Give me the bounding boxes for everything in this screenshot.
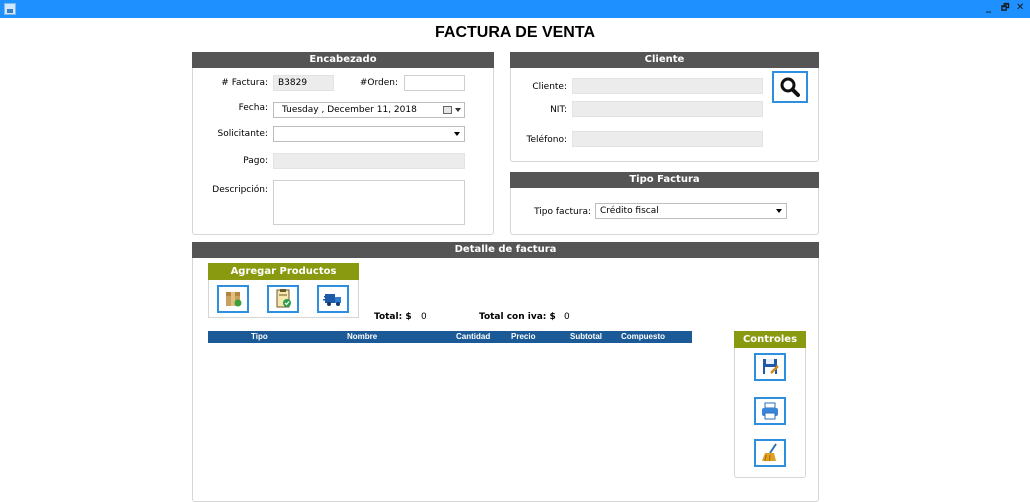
app-icon (4, 3, 16, 15)
tipo-factura-value: Crédito fiscal (600, 206, 659, 216)
close-button[interactable]: ✕ (1016, 1, 1024, 15)
tipo-factura-header: Tipo Factura (510, 172, 819, 188)
column-header-nombre[interactable]: Nombre (347, 331, 377, 343)
search-icon (780, 77, 800, 97)
fecha-label: Fecha: (238, 103, 268, 113)
detalle-header: Detalle de factura (192, 242, 819, 258)
print-button[interactable] (754, 397, 786, 425)
chevron-down-icon[interactable] (455, 108, 461, 112)
cliente-field[interactable] (572, 78, 763, 94)
printer-icon (762, 402, 778, 420)
restore-button[interactable]: 🗗 (1001, 1, 1009, 15)
column-header-precio[interactable]: Precio (511, 331, 535, 343)
telefono-field[interactable] (572, 131, 763, 147)
add-product-button[interactable] (217, 285, 249, 313)
cliente-header: Cliente (510, 52, 819, 68)
total-iva-value: 0 (564, 312, 570, 322)
factura-label: # Factura: (221, 78, 268, 88)
solicitante-select[interactable] (273, 126, 465, 142)
calendar-icon[interactable] (443, 106, 452, 114)
add-checklist-button[interactable] (267, 285, 299, 313)
detalle-grid-header: Tipo Nombre Cantidad Precio Subtotal Com… (208, 331, 692, 343)
orden-field[interactable] (404, 75, 465, 91)
clear-button[interactable] (754, 439, 786, 467)
encabezado-header: Encabezado (192, 52, 494, 68)
cliente-label: Cliente: (532, 82, 567, 92)
save-button[interactable] (754, 353, 786, 381)
descripcion-textarea[interactable] (273, 180, 465, 225)
nit-label: NIT: (550, 105, 567, 115)
solicitante-label: Solicitante: (217, 129, 268, 139)
column-header-compuesto[interactable]: Compuesto (621, 331, 665, 343)
title-bar: _ 🗗 ✕ (0, 0, 1030, 18)
factura-field[interactable]: B3829 (273, 75, 334, 91)
orden-label: #Orden: (359, 78, 398, 88)
fecha-value: Tuesday , December 11, 2018 (282, 105, 417, 115)
pago-field[interactable] (273, 153, 465, 169)
search-client-button[interactable] (772, 71, 808, 103)
tipo-factura-select[interactable]: Crédito fiscal (595, 203, 787, 219)
chevron-down-icon[interactable] (776, 209, 782, 213)
truck-icon (323, 294, 341, 306)
telefono-label: Teléfono: (526, 135, 567, 145)
minimize-button[interactable]: _ (986, 1, 991, 15)
fecha-date-picker[interactable]: Tuesday , December 11, 2018 (273, 102, 465, 118)
controles-header: Controles (734, 331, 806, 348)
tipo-factura-label: Tipo factura: (534, 207, 591, 217)
page-title: FACTURA DE VENTA (435, 24, 595, 41)
checklist-icon (276, 289, 291, 308)
total-value: 0 (421, 312, 427, 322)
agregar-productos-header: Agregar Productos (208, 263, 359, 280)
column-header-subtotal[interactable]: Subtotal (570, 331, 602, 343)
broom-icon (762, 443, 777, 462)
column-header-tipo[interactable]: Tipo (251, 331, 268, 343)
chevron-down-icon[interactable] (454, 132, 460, 136)
nit-field[interactable] (572, 101, 763, 117)
descripcion-label: Descripción: (212, 185, 268, 195)
column-header-cantidad[interactable]: Cantidad (456, 331, 490, 343)
total-iva-label: Total con iva: $ (479, 312, 556, 322)
total-label: Total: $ (374, 312, 412, 322)
save-edit-icon (763, 359, 779, 374)
add-delivery-button[interactable] (317, 285, 349, 313)
pago-label: Pago: (243, 156, 268, 166)
package-icon (226, 292, 242, 307)
